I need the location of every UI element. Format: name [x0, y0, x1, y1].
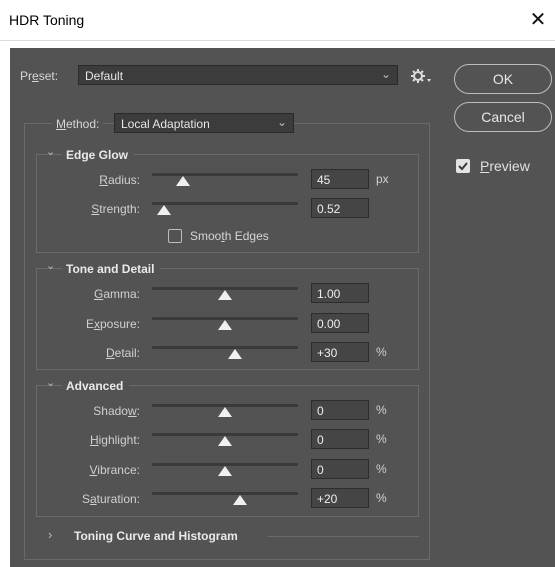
window-title: HDR Toning [9, 12, 85, 28]
shadow-field[interactable]: 0 [311, 400, 369, 420]
radius-slider-track[interactable] [152, 173, 298, 176]
detail-field[interactable]: +30 [311, 342, 369, 362]
method-label: Method: [52, 117, 104, 131]
highlight-unit: % [376, 432, 387, 446]
method-value: Local Adaptation [121, 117, 210, 131]
gear-icon[interactable] [408, 66, 432, 86]
saturation-unit: % [376, 491, 387, 505]
strength-field[interactable]: 0.52 [311, 198, 369, 218]
chevron-down-icon: ⌄ [276, 115, 287, 129]
cancel-button[interactable]: Cancel [454, 102, 552, 132]
gamma-slider-thumb[interactable] [218, 290, 232, 300]
vibrance-unit: % [376, 462, 387, 476]
detail-unit: % [376, 345, 387, 359]
exposure-slider-thumb[interactable] [218, 320, 232, 330]
advanced-title: Advanced [62, 379, 130, 393]
gamma-field[interactable]: 1.00 [311, 283, 369, 303]
highlight-label: Highlight: [89, 433, 140, 447]
preset-dropdown[interactable]: Default ⌄ [78, 65, 398, 85]
strength-slider-track[interactable] [152, 202, 298, 205]
strength-slider-thumb[interactable] [156, 205, 171, 215]
method-dropdown[interactable]: Local Adaptation ⌄ [114, 113, 294, 133]
exposure-field[interactable]: 0.00 [311, 313, 369, 333]
toning-curve-title[interactable]: Toning Curve and Histogram [70, 529, 244, 543]
radius-unit: px [376, 172, 389, 186]
vibrance-slider-thumb[interactable] [218, 466, 232, 476]
ok-button[interactable]: OK [454, 64, 552, 94]
saturation-slider-track[interactable] [152, 492, 298, 495]
divider [268, 536, 419, 537]
collapse-caret-icon[interactable]: ⌄ [46, 145, 55, 158]
close-icon[interactable]: ✕ [523, 5, 553, 35]
detail-slider-track[interactable] [152, 346, 298, 349]
strength-label: Strength: [91, 202, 140, 216]
title-bar: HDR Toning ✕ [0, 0, 555, 41]
detail-label: Detail: [105, 346, 140, 360]
exposure-label: Exposure: [85, 317, 140, 331]
vibrance-field[interactable]: 0 [311, 459, 369, 479]
radius-label: Radius: [99, 173, 140, 187]
shadow-label: Shadow: [93, 404, 140, 418]
preview-checkbox[interactable] [456, 159, 470, 173]
chevron-down-icon: ⌄ [380, 67, 391, 81]
highlight-field[interactable]: 0 [311, 429, 369, 449]
preset-label: Preset: [20, 69, 59, 83]
highlight-slider-thumb[interactable] [218, 436, 232, 446]
smooth-edges-checkbox[interactable] [168, 229, 182, 243]
collapse-caret-icon[interactable]: ⌄ [46, 259, 55, 272]
detail-slider-thumb[interactable] [228, 349, 243, 359]
saturation-field[interactable]: +20 [311, 488, 369, 508]
gamma-label: Gamma: [93, 287, 140, 301]
preview-label: Preview [480, 158, 530, 174]
preset-value: Default [85, 69, 124, 83]
collapse-caret-icon[interactable]: ⌄ [46, 376, 55, 389]
edge-glow-title: Edge Glow [62, 148, 135, 162]
radius-slider-thumb[interactable] [175, 176, 190, 186]
smooth-edges-label: Smooth Edges [190, 229, 269, 243]
saturation-label: Saturation: [81, 492, 140, 506]
dialog-body: Preset: Default ⌄ OK Cancel Preview Meth… [10, 48, 555, 567]
expand-caret-icon[interactable]: › [48, 527, 52, 542]
radius-field[interactable]: 45 [311, 169, 369, 189]
vibrance-label: Vibrance: [89, 463, 141, 477]
shadow-unit: % [376, 403, 387, 417]
tone-detail-title: Tone and Detail [62, 262, 161, 276]
saturation-slider-thumb[interactable] [232, 495, 247, 505]
shadow-slider-thumb[interactable] [218, 407, 232, 417]
